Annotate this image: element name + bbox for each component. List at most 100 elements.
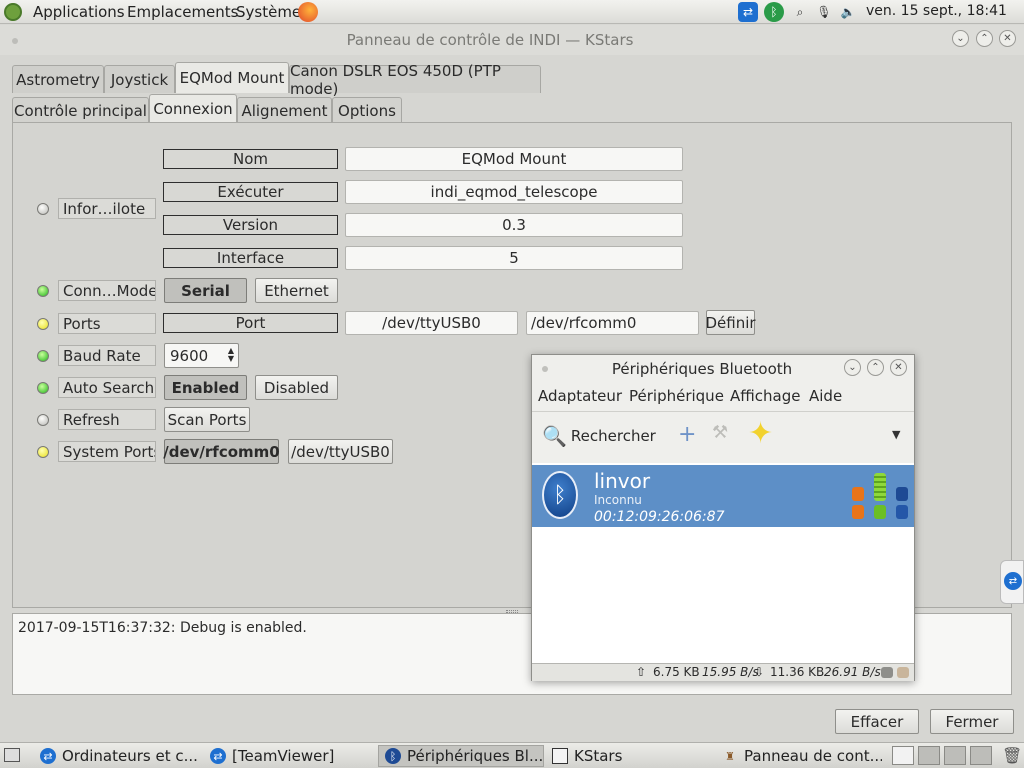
subtab-controle-principal[interactable]: Contrôle principal	[12, 97, 149, 123]
bt-device-address: 00:12:09:26:06:87	[594, 509, 725, 525]
bt-device-name: linvor	[594, 469, 651, 493]
download-rate: 26.91 B/s	[824, 665, 881, 679]
window-title: Panneau de contrôle de INDI — KStars	[346, 31, 634, 49]
driver-info-status-led	[37, 203, 49, 215]
link-quality-icon	[874, 505, 886, 519]
status-grey-icon	[881, 667, 893, 678]
upload-total: 6.75 KB	[653, 665, 700, 679]
system-port-ttyusb0-button[interactable]: /dev/ttyUSB0	[288, 439, 393, 464]
bt-titlebar[interactable]: Périphériques Bluetooth ⌄ ⌃ ✕	[532, 355, 914, 381]
bt-toolbar: 🔍 Rechercher + ⚒ ✦ ▼	[532, 411, 914, 459]
teamviewer-tray-icon[interactable]: ⇄	[738, 2, 758, 22]
spin-arrows-icon: ▲ ▼	[227, 346, 234, 363]
bt-close-button[interactable]: ✕	[890, 359, 907, 376]
bt-menu-aide[interactable]: Aide	[809, 387, 842, 405]
show-desktop-icon[interactable]	[4, 748, 20, 762]
bluetooth-tray-icon[interactable]: ᛒ	[764, 2, 784, 22]
task-indi-panel[interactable]: ♜ Panneau de cont...	[722, 745, 882, 767]
system-port-rfcomm0-button[interactable]: /dev/rfcomm0	[163, 439, 280, 464]
battery-indicator-icon	[852, 487, 864, 501]
setup-device-icon[interactable]: ⚒	[712, 422, 728, 443]
task-label: Ordinateurs et c...	[62, 747, 198, 765]
minimize-button[interactable]: ⌄	[952, 30, 969, 47]
bt-device-list: ᛒ linvor Inconnu 00:12:09:26:06:87	[532, 463, 914, 663]
wifi-signal-icon	[896, 505, 908, 519]
baud-rate-label: Baud Rate	[58, 345, 156, 366]
enabled-button[interactable]: Enabled	[164, 375, 247, 400]
bt-menu-peripherique[interactable]: Périphérique	[629, 387, 724, 405]
log-line: 2017-09-15T16:37:32: Debug is enabled.	[18, 620, 307, 636]
auto-search-label: Auto Search	[58, 377, 156, 398]
toolbar-dropdown-icon[interactable]: ▼	[892, 428, 900, 441]
close-window-button[interactable]: Fermer	[930, 709, 1014, 734]
interface-value: 5	[345, 246, 683, 270]
firefox-icon[interactable]	[298, 2, 318, 22]
bt-menu-adaptateur[interactable]: Adaptateur	[538, 387, 622, 405]
bt-device-status: Inconnu	[594, 493, 642, 507]
download-arrow-icon: ⇩	[754, 665, 765, 679]
system-ports-status-led	[37, 446, 49, 458]
kstars-task-icon	[552, 748, 568, 764]
search-button[interactable]: 🔍 Rechercher	[542, 424, 656, 448]
download-total: 11.36 KB	[770, 665, 825, 679]
bt-statusbar: ⇧ 6.75 KB 15.95 B/s ⇩ 11.36 KB 26.91 B/s	[532, 663, 914, 681]
menu-emplacements[interactable]: Emplacements	[127, 3, 239, 21]
bt-maximize-button[interactable]: ⌃	[867, 359, 884, 376]
maximize-button[interactable]: ⌃	[976, 30, 993, 47]
menu-systeme[interactable]: Système	[236, 3, 301, 21]
scan-ports-button[interactable]: Scan Ports	[164, 407, 250, 432]
ethernet-button[interactable]: Ethernet	[255, 278, 338, 303]
tab-eqmod-mount[interactable]: EQMod Mount	[175, 62, 289, 93]
port-new-input[interactable]: /dev/rfcomm0	[526, 311, 699, 335]
bluetooth-devices-window: Périphériques Bluetooth ⌄ ⌃ ✕ Adaptateur…	[531, 354, 915, 681]
baud-rate-select[interactable]: 9600 ▲ ▼	[164, 343, 239, 368]
subtab-alignement[interactable]: Alignement	[237, 97, 332, 123]
tab-joystick[interactable]: Joystick	[104, 65, 175, 93]
task-ordinateurs[interactable]: ⇄ Ordinateurs et c...	[40, 745, 200, 767]
workspace-2[interactable]	[918, 746, 940, 765]
workspace-3[interactable]	[944, 746, 966, 765]
disabled-button[interactable]: Disabled	[255, 375, 338, 400]
task-teamviewer[interactable]: ⇄ [TeamViewer]	[210, 745, 370, 767]
window-titlebar[interactable]: Panneau de contrôle de INDI — KStars ⌄ ⌃…	[0, 25, 1024, 55]
ports-status-led	[37, 318, 49, 330]
add-device-icon[interactable]: +	[678, 422, 696, 447]
tab-astrometry[interactable]: Astrometry	[12, 65, 104, 93]
status-tan-icon	[897, 667, 909, 678]
favorite-star-icon[interactable]: ✦	[748, 416, 773, 451]
task-label: Périphériques Bl...	[407, 747, 544, 765]
taskbar: ⇄ Ordinateurs et c... ⇄ [TeamViewer] ᛒ P…	[0, 742, 1024, 768]
serial-button[interactable]: Serial	[164, 278, 247, 303]
clear-button[interactable]: Effacer	[835, 709, 919, 734]
driver-info-label: Infor…ilote	[58, 198, 156, 219]
teamviewer-side-widget[interactable]: ⇄	[1000, 560, 1024, 604]
trash-icon[interactable]: 🗑	[1002, 746, 1022, 765]
mint-logo-icon[interactable]	[4, 3, 22, 21]
task-kstars[interactable]: KStars	[552, 745, 712, 767]
subtab-options[interactable]: Options	[332, 97, 402, 123]
baud-rate-value: 9600	[170, 346, 209, 365]
version-field-label: Version	[163, 215, 338, 235]
tab-canon-dslr[interactable]: Canon DSLR EOS 450D (PTP mode)	[289, 62, 541, 98]
baud-rate-status-led	[37, 350, 49, 362]
bluetooth-device-icon: ᛒ	[542, 471, 578, 519]
microphone-tray-icon[interactable]: 🎙	[814, 2, 834, 22]
magnifier-tray-icon[interactable]: ⌕	[790, 2, 810, 22]
subtab-connexion[interactable]: Connexion	[149, 94, 237, 123]
task-bluetooth[interactable]: ᛒ Périphériques Bl...	[378, 745, 544, 767]
clock[interactable]: ven. 15 sept., 18:41	[866, 3, 1007, 19]
menu-applications[interactable]: Applications	[33, 3, 125, 21]
bt-device-row[interactable]: ᛒ linvor Inconnu 00:12:09:26:06:87	[532, 465, 914, 527]
close-button[interactable]: ✕	[999, 30, 1016, 47]
bt-menu-affichage[interactable]: Affichage	[730, 387, 800, 405]
bt-minimize-button[interactable]: ⌄	[844, 359, 861, 376]
teamviewer-task-icon: ⇄	[210, 748, 226, 764]
name-field-label: Nom	[163, 149, 338, 169]
volume-tray-icon[interactable]: 🔈	[838, 2, 858, 22]
auto-search-status-led	[37, 382, 49, 394]
set-port-button[interactable]: Définir	[705, 310, 756, 335]
port-current-value: /dev/ttyUSB0	[345, 311, 518, 335]
workspace-4[interactable]	[970, 746, 992, 765]
workspace-1[interactable]	[892, 746, 914, 765]
task-label: KStars	[574, 747, 623, 765]
